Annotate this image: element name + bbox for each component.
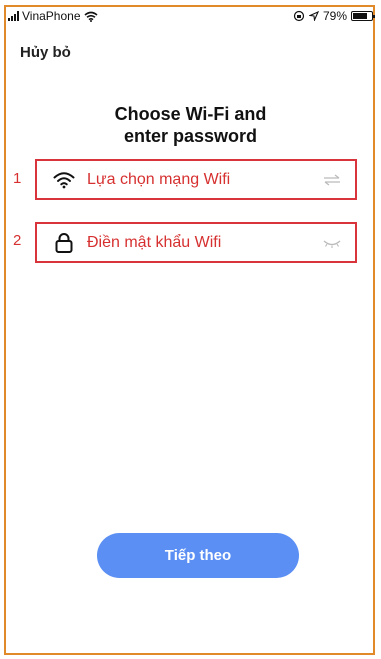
location-icon <box>308 11 319 21</box>
cancel-button[interactable]: Hủy bỏ <box>20 44 71 61</box>
battery-percent: 79% <box>322 9 347 23</box>
switch-arrows-icon[interactable] <box>321 173 343 186</box>
annotation-marker-2: 2 <box>13 232 22 249</box>
wifi-select-label: Lựa chọn mạng Wifi <box>87 170 231 188</box>
eye-closed-icon[interactable] <box>321 238 343 248</box>
lock-icon <box>51 232 77 254</box>
page-title: Choose Wi-Fi and enter password <box>0 103 381 147</box>
carrier-name: VinaPhone <box>22 9 81 23</box>
signal-icon <box>8 11 19 21</box>
status-bar: VinaPhone 79% <box>8 9 375 27</box>
lock-rotation-icon <box>293 10 305 22</box>
password-input-label: Điền mật khẩu Wifi <box>87 233 222 251</box>
wifi-icon <box>51 169 77 191</box>
page-title-line1: Choose Wi-Fi and <box>114 104 267 124</box>
annotation-marker-1: 1 <box>13 170 22 187</box>
wifi-network-select[interactable]: Lựa chọn mạng Wifi <box>35 159 357 200</box>
battery-icon <box>351 11 375 21</box>
next-button[interactable]: Tiếp theo <box>97 533 299 578</box>
wifi-status-icon <box>83 11 98 22</box>
wifi-password-input[interactable]: Điền mật khẩu Wifi <box>35 222 357 263</box>
page-title-line2: enter password <box>123 126 258 146</box>
